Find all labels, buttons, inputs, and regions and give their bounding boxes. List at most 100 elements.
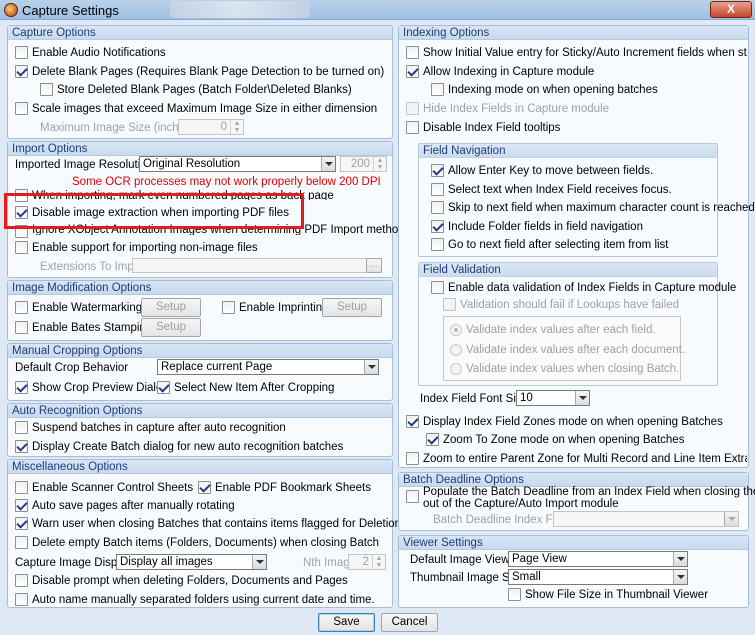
skip-next-label: Skip to next field when maximum characte… — [448, 202, 755, 214]
save-button[interactable]: Save — [318, 613, 375, 632]
hide-index-label: Hide Index Fields in Capture module — [423, 103, 610, 115]
nth-image-spinner[interactable]: 2 ▲ ▼ — [348, 554, 386, 570]
watermarking-label: Enable Watermarking — [32, 302, 143, 314]
spinner-arrows-icon[interactable]: ▲ ▼ — [230, 120, 243, 134]
disable-prompt-checkbox[interactable] — [15, 574, 28, 587]
chevron-down-icon[interactable] — [575, 391, 589, 405]
select-new-label: Select New Item After Cropping — [174, 382, 335, 394]
store-deleted-label: Store Deleted Blank Pages (Batch Folder\… — [57, 84, 352, 96]
validate-each-field-label: Validate index values after each field. — [466, 324, 656, 336]
font-size-select[interactable]: 10 — [516, 390, 590, 406]
resolution-select[interactable]: Original Resolution — [139, 156, 336, 172]
imprinting-checkbox[interactable] — [222, 301, 235, 314]
hide-index-checkbox[interactable] — [406, 102, 419, 115]
enable-validation-checkbox[interactable] — [431, 281, 444, 294]
warn-user-checkbox[interactable] — [15, 517, 28, 530]
spinner-arrows-icon[interactable]: ▲ ▼ — [373, 157, 386, 171]
populate-deadline-checkbox[interactable] — [406, 490, 419, 503]
zoom-parent-checkbox[interactable] — [406, 452, 419, 465]
indexing-mode-checkbox[interactable] — [431, 83, 444, 96]
spinner-arrows-icon[interactable]: ▲ ▼ — [372, 555, 385, 569]
audio-notifications-checkbox[interactable] — [15, 46, 28, 59]
toolbar-strip — [170, 1, 310, 18]
deadline-field-select[interactable] — [553, 511, 739, 527]
dpi-spinner[interactable]: 200 ▲ ▼ — [340, 156, 387, 172]
import-options-header: Import Options — [8, 142, 392, 156]
validate-closing-batch-label: Validate index values when closing Batch… — [466, 363, 680, 375]
chevron-down-icon[interactable] — [673, 570, 687, 584]
disable-prompt-label: Disable prompt when deleting Folders, Do… — [32, 575, 348, 587]
chevron-down-icon[interactable] — [252, 555, 266, 569]
suspend-batches-checkbox[interactable] — [15, 421, 28, 434]
select-new-checkbox[interactable] — [157, 381, 170, 394]
display-zones-checkbox[interactable] — [406, 415, 419, 428]
enter-key-checkbox[interactable] — [431, 164, 444, 177]
indexing-options-header: Indexing Options — [399, 26, 748, 40]
chevron-down-icon[interactable] — [321, 157, 335, 171]
nth-image-value: 2 — [362, 556, 369, 568]
crop-behavior-select[interactable]: Replace current Page — [157, 359, 379, 375]
scale-images-checkbox[interactable] — [15, 102, 28, 115]
audio-notifications-label: Enable Audio Notifications — [32, 47, 166, 59]
zoom-to-zone-checkbox[interactable] — [426, 433, 439, 446]
delete-empty-checkbox[interactable] — [15, 536, 28, 549]
chevron-down-icon[interactable] — [724, 512, 738, 526]
show-initial-label: Show Initial Value entry for Sticky/Auto… — [423, 47, 747, 59]
non-image-checkbox[interactable] — [15, 241, 28, 254]
app-icon — [4, 3, 18, 17]
imprint-setup-button[interactable]: Setup — [322, 298, 382, 317]
allow-indexing-checkbox[interactable] — [406, 65, 419, 78]
extensions-browse-button[interactable]: ... — [366, 258, 382, 273]
pdf-bookmark-label: Enable PDF Bookmark Sheets — [215, 482, 371, 494]
auto-name-checkbox[interactable] — [15, 593, 28, 606]
cancel-button[interactable]: Cancel — [381, 613, 438, 632]
delete-blank-checkbox[interactable] — [15, 65, 28, 78]
close-button[interactable]: X — [710, 1, 752, 18]
imprinting-label: Enable Imprinting — [239, 302, 329, 314]
show-initial-checkbox[interactable] — [406, 46, 419, 59]
watermark-setup-button[interactable]: Setup — [141, 298, 201, 317]
include-folder-label: Include Folder fields in field navigatio… — [448, 221, 643, 233]
scanner-sheets-checkbox[interactable] — [15, 481, 28, 494]
watermarking-checkbox[interactable] — [15, 301, 28, 314]
bates-setup-button[interactable]: Setup — [141, 318, 201, 337]
extensions-input[interactable] — [132, 258, 382, 273]
display-create-checkbox[interactable] — [15, 440, 28, 453]
enable-validation-label: Enable data validation of Index Fields i… — [448, 282, 737, 294]
capture-options-header: Capture Options — [8, 26, 392, 40]
chevron-down-icon[interactable] — [673, 552, 687, 566]
deadline-field-label: Batch Deadline Index Field — [433, 514, 571, 526]
bates-checkbox[interactable] — [15, 321, 28, 334]
auto-save-label: Auto save pages after manually rotating — [32, 500, 235, 512]
indexing-mode-label: Indexing mode on when opening batches — [448, 84, 658, 96]
disable-tooltips-label: Disable Index Field tooltips — [423, 122, 561, 134]
show-file-size-checkbox[interactable] — [508, 588, 521, 601]
store-deleted-checkbox[interactable] — [40, 83, 53, 96]
non-image-label: Enable support for importing non-image f… — [32, 242, 258, 254]
crop-behavior-value: Replace current Page — [161, 361, 273, 373]
validate-each-field-radio[interactable] — [450, 324, 462, 336]
pdf-bookmark-checkbox[interactable] — [198, 481, 211, 494]
lookups-fail-label: Validation should fail if Lookups have f… — [460, 299, 680, 311]
chevron-down-icon[interactable] — [364, 360, 378, 374]
crop-preview-label: Show Crop Preview Dialog — [32, 382, 169, 394]
auto-save-checkbox[interactable] — [15, 499, 28, 512]
default-view-select[interactable]: Page View — [508, 551, 688, 567]
title-bar: Capture Settings X — [0, 0, 755, 20]
thumbnail-size-select[interactable]: Small — [508, 569, 688, 585]
go-next-checkbox[interactable] — [431, 238, 444, 251]
bates-label: Enable Bates Stamping — [32, 322, 153, 334]
crop-preview-checkbox[interactable] — [15, 381, 28, 394]
lookups-fail-checkbox[interactable] — [443, 298, 456, 311]
skip-next-checkbox[interactable] — [431, 201, 444, 214]
capture-display-select[interactable]: Display all images — [116, 554, 267, 570]
populate-deadline-label-line2: out of the Capture/Auto Import module — [423, 498, 619, 510]
include-folder-checkbox[interactable] — [431, 220, 444, 233]
zoom-to-zone-label: Zoom To Zone mode on when opening Batche… — [443, 434, 685, 446]
max-image-size-spinner[interactable]: 0 ▲ ▼ — [178, 119, 244, 135]
validate-closing-batch-radio[interactable] — [450, 363, 462, 375]
disable-tooltips-checkbox[interactable] — [406, 121, 419, 134]
select-text-checkbox[interactable] — [431, 183, 444, 196]
validate-each-document-radio[interactable] — [450, 344, 462, 356]
field-navigation-header: Field Navigation — [419, 144, 717, 158]
